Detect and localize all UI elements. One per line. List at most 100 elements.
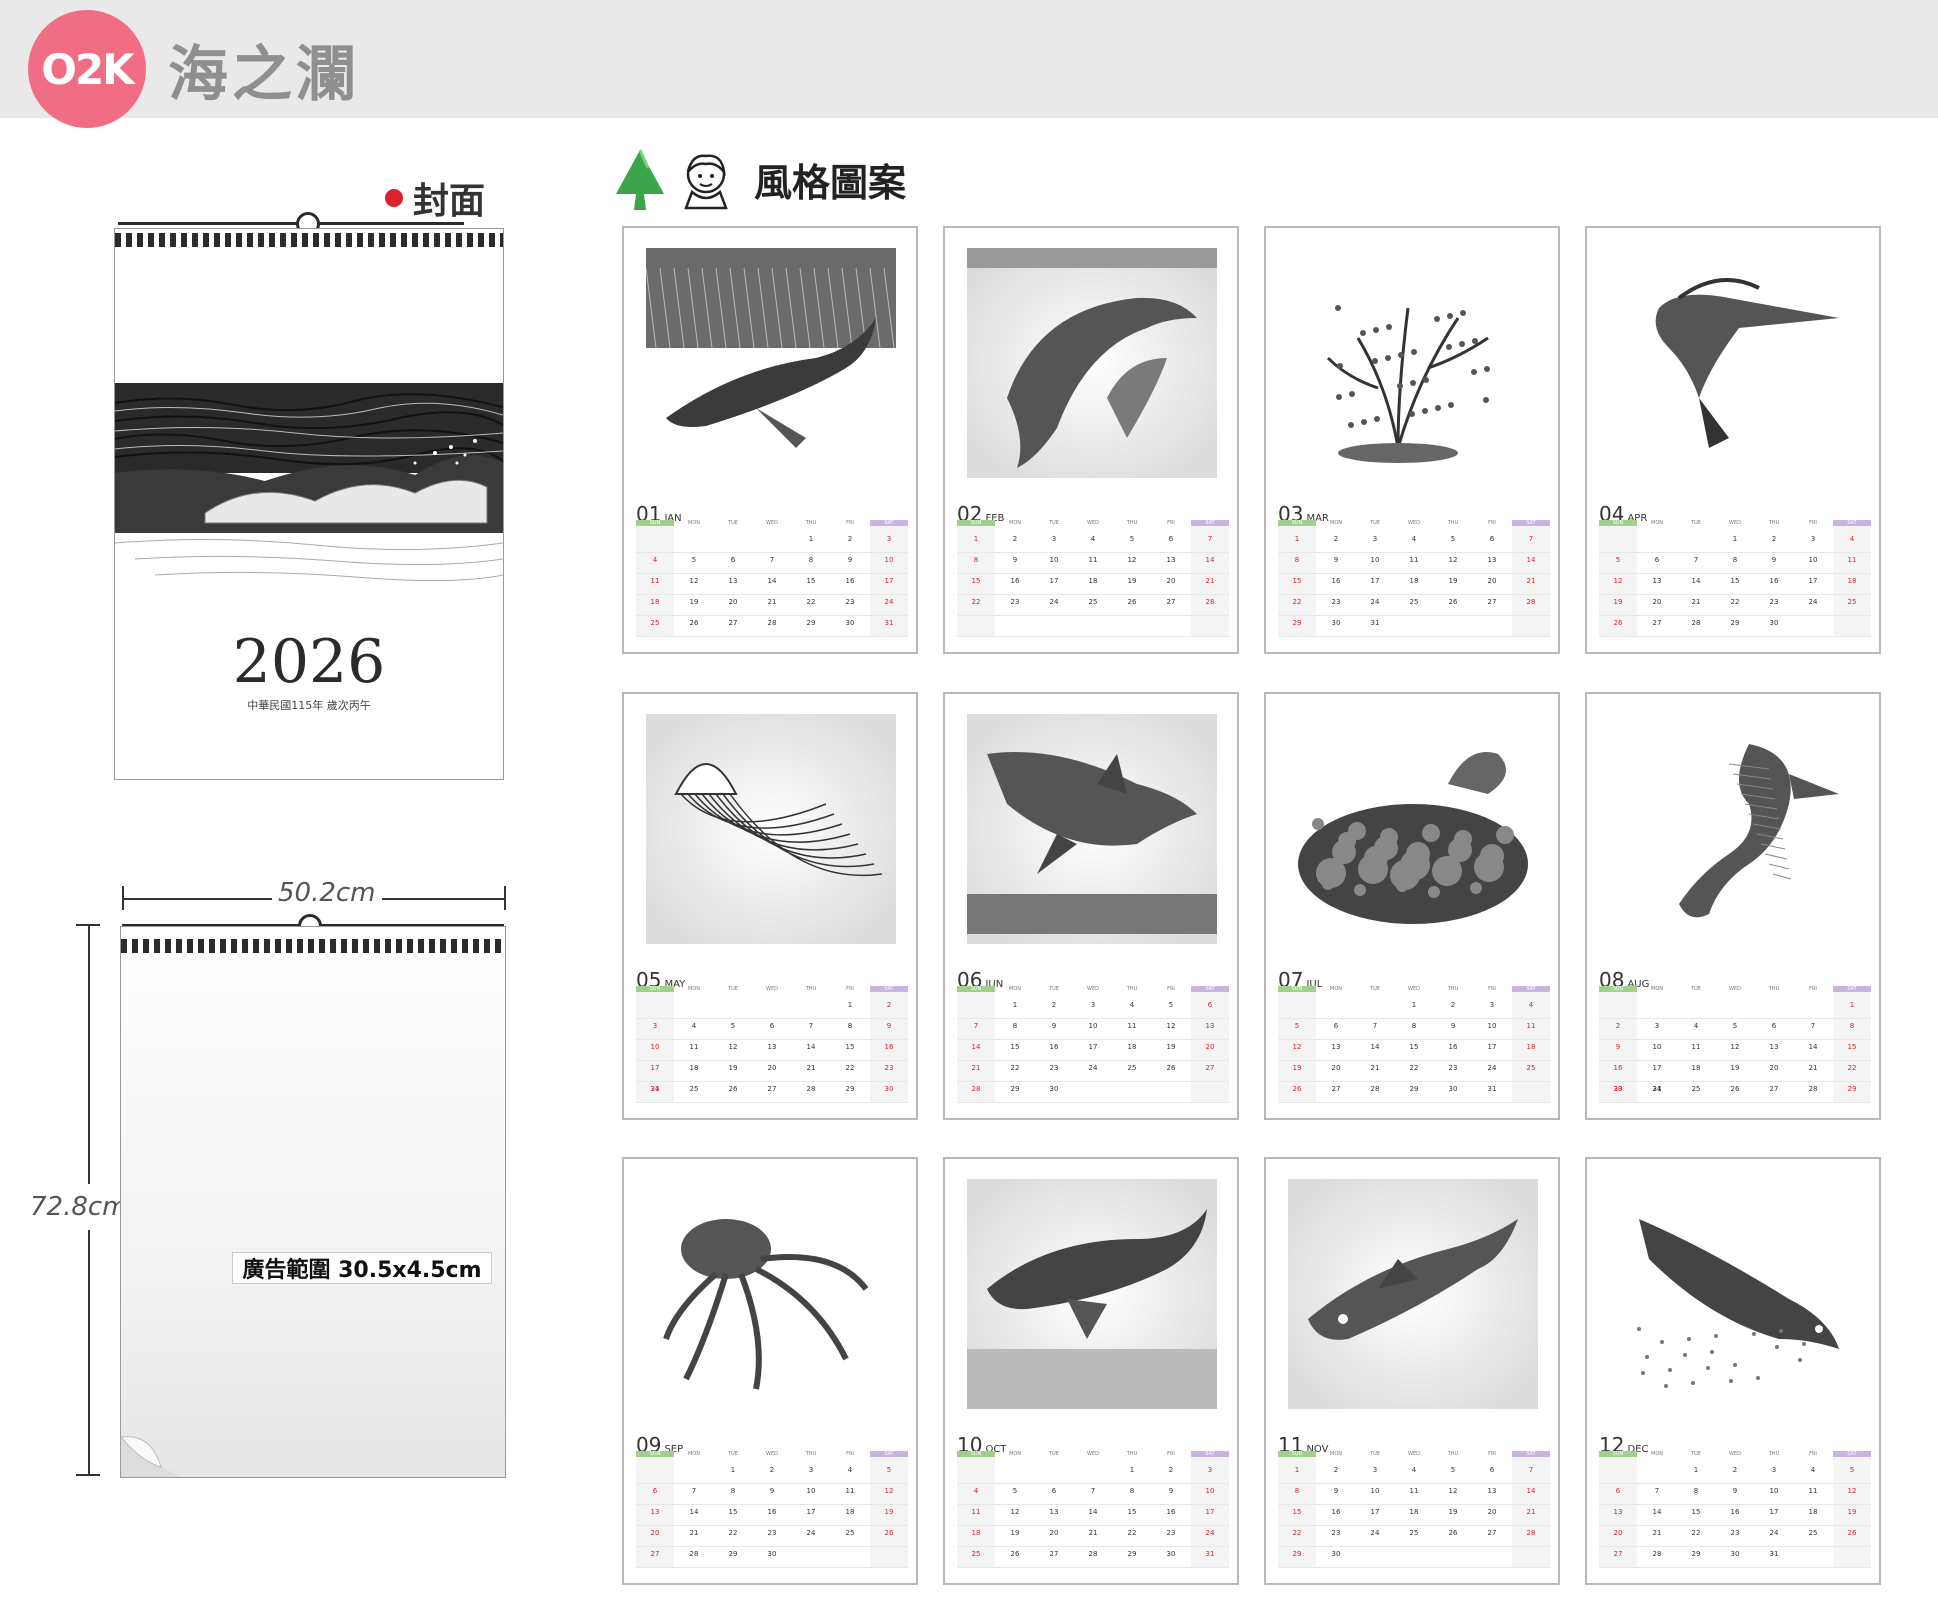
weekday-label: SUN [1599, 986, 1637, 992]
day-number: 12 [1847, 1487, 1857, 1495]
weekday-label: SAT [1191, 986, 1229, 992]
day-number: 22 [1730, 598, 1740, 606]
day-number: 13 [728, 577, 738, 585]
day-number: 7 [1654, 1487, 1660, 1495]
day-number: 19 [1166, 1043, 1176, 1051]
day-number: 10 [1769, 1487, 1779, 1495]
weekday-label: THU [1126, 520, 1138, 526]
salmon-illustration [1609, 1179, 1859, 1409]
month-artwork [1288, 714, 1538, 944]
day-number: 11 [971, 1508, 981, 1516]
day-number: 30 [1166, 1550, 1176, 1558]
day-number: 16 [1730, 1508, 1740, 1516]
day-number: 18 [845, 1508, 855, 1516]
back-page [120, 926, 506, 1478]
day-number: 21 [767, 598, 777, 606]
day-number: 4 [1693, 1022, 1699, 1030]
day-number: 11 [689, 1043, 699, 1051]
day-number: 22 [1409, 1064, 1419, 1072]
day-number: 24 [806, 1529, 816, 1537]
day-number: 19 [728, 1064, 738, 1072]
day-number: 24 [1808, 598, 1818, 606]
day-number: 10 [1370, 1487, 1380, 1495]
day-number: 27 [767, 1085, 777, 1093]
week-row: 26 27 28 29 30 31 [1278, 1082, 1550, 1103]
day-number: 11 [1691, 1043, 1701, 1051]
day-number: 16 [845, 577, 855, 585]
week-row: 28 29 30 [957, 1082, 1229, 1103]
day-number: 8 [1012, 1022, 1018, 1030]
weekday-label: WED [1729, 986, 1741, 992]
day-number: 26 [1448, 1529, 1458, 1537]
day-number: 16 [884, 1043, 894, 1051]
day-number: 8 [1693, 1487, 1699, 1495]
day-number: 17 [1487, 1043, 1497, 1051]
day-number: 14 [1370, 1043, 1380, 1051]
day-number: 25 [689, 1085, 699, 1093]
day-number: 29 [1730, 619, 1740, 627]
day-number: 4 [1810, 1466, 1816, 1474]
day-number: 14 [1205, 556, 1215, 564]
day-number: 16 [1448, 1043, 1458, 1051]
month-day-grid: SUN MON TUE WED THU FRI SAT 1 2 3 4 5 6 7 8 9 10 11 12 13 14… [957, 986, 1229, 1103]
day-number: 9 [1771, 556, 1777, 564]
week-row: 6 7 8 9 10 11 12 [636, 1484, 908, 1505]
day-number: 9 [1333, 556, 1339, 564]
week-row: 1 2 3 4 [1599, 532, 1871, 553]
cover-label: 封面 [385, 172, 485, 224]
week-row: 21 22 23 24 25 26 27 [957, 1061, 1229, 1082]
day-number: 26 [884, 1529, 894, 1537]
day-number: 26 [1010, 1550, 1020, 1558]
week-row: 4 5 6 7 8 9 10 [636, 553, 908, 574]
day-number: 30 [767, 1550, 777, 1558]
day-number: 20 [767, 1064, 777, 1072]
day-number: 13 [1652, 577, 1662, 585]
day-number: 19 [1730, 1064, 1740, 1072]
day-number: 20 [1652, 598, 1662, 606]
weekday-label: WED [766, 520, 778, 526]
day-number: 15 [1847, 1043, 1857, 1051]
month-preview-nov: 11 NOV SUN MON TUE WED THU FRI SAT 1 2 3 4 5 6 7 8 9 10 11 1… [1264, 1157, 1560, 1585]
weekday-label: TUE [1049, 986, 1059, 992]
octopus-illustration [646, 1179, 896, 1409]
day-number: 8 [1294, 556, 1300, 564]
week-row: 13 14 15 16 17 18 19 [1599, 1505, 1871, 1526]
day-number: 8 [1294, 1487, 1300, 1495]
day-number: 31 [1769, 1550, 1779, 1558]
month-preview-mar: 03 MAR SUN MON TUE WED THU FRI SAT 1 2 3 4 5 6 7 8 9 10 11 1… [1264, 226, 1560, 654]
day-number: 31 [884, 619, 894, 627]
day-number: 2 [1732, 1466, 1738, 1474]
day-number: 4 [1411, 1466, 1417, 1474]
week-row: 17 18 19 20 21 22 23 [636, 1061, 908, 1082]
month-preview-apr: 04 APR SUN MON TUE WED THU FRI SAT 1 2 3 4 5 6 7 8 9 10 11 1… [1585, 226, 1881, 654]
weekday-label: THU [1768, 986, 1780, 992]
weekday-label: FRI [1809, 1451, 1817, 1457]
day-number: 6 [769, 1022, 775, 1030]
week-row: 9 10 11 12 13 14 15 [1599, 1040, 1871, 1061]
height-label: 72.8cm [28, 1184, 130, 1230]
day-number: 21 [971, 1064, 981, 1072]
day-number: 30 [845, 619, 855, 627]
weekday-label: SUN [957, 986, 995, 992]
day-number: 30 [1613, 1085, 1623, 1093]
day-number: 21 [1205, 577, 1215, 585]
weekday-label: THU [1447, 1451, 1459, 1457]
week-row: 27 28 29 30 [636, 1547, 908, 1568]
month-day-grid: SUN MON TUE WED THU FRI SAT 1 2 3 4 5 6 7 8 9 10 11 12 13 14… [636, 520, 908, 637]
day-number: 20 [1613, 1529, 1623, 1537]
week-row: 1 [1599, 998, 1871, 1019]
cover-label-text: 封面 [413, 181, 486, 222]
day-number: 14 [1526, 556, 1536, 564]
day-number: 21 [1526, 1508, 1536, 1516]
day-number: 24 [1205, 1529, 1215, 1537]
day-number: 7 [691, 1487, 697, 1495]
day-number: 10 [1049, 556, 1059, 564]
day-number: 7 [1207, 535, 1213, 543]
bullet-icon [385, 189, 403, 207]
day-number: 22 [1691, 1529, 1701, 1537]
day-number: 10 [1205, 1487, 1215, 1495]
week-row: 1 2 3 4 5 6 [957, 998, 1229, 1019]
girl-icon [684, 154, 728, 210]
month-day-grid: SUN MON TUE WED THU FRI SAT 1 2 3 4 5 6 7 8 9 10 11 12 13 14… [957, 520, 1229, 637]
day-number: 22 [1292, 598, 1302, 606]
